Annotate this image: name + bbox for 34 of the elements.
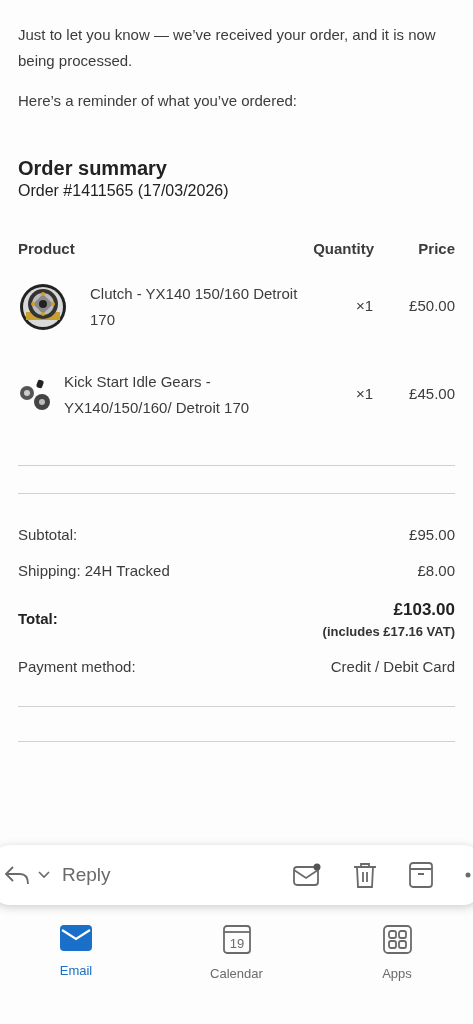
apps-icon — [382, 925, 412, 954]
tab[interactable]: 19 Calendar — [206, 925, 267, 984]
total-label: Total: — [18, 608, 58, 629]
reply-icon — [4, 864, 30, 886]
intro-text: Here’s a reminder of what you’ve ordered: — [18, 91, 299, 111]
calendar-icon: 19 — [222, 925, 251, 954]
column-header: Quantity — [312, 239, 374, 259]
vat-note: (includes £17.16 VAT) — [322, 623, 455, 641]
price: £50.00 — [408, 296, 455, 317]
order-number: Order #1411565 (17/03/2026) — [18, 181, 230, 201]
chevron-down-icon — [38, 871, 50, 879]
total-label: Shipping: 24H Tracked — [18, 561, 170, 581]
mail-icon — [60, 925, 92, 951]
tab[interactable]: Email — [46, 925, 106, 984]
trash-icon[interactable] — [353, 861, 377, 889]
total-value: £95.00 — [409, 524, 455, 545]
product-name: Clutch - YX140 150/160 Detroit 170 — [90, 283, 299, 330]
intro-text: Just to let you know — we’ve received your order, and it is now being processed. — [18, 25, 437, 71]
tab[interactable]: Apps — [367, 925, 427, 984]
total-value: Credit / Debit Card — [330, 656, 455, 677]
total-value: £8.00 — [417, 561, 455, 581]
column-header: Product — [18, 239, 76, 259]
total-value: £103.00 — [393, 598, 455, 621]
archive-icon[interactable] — [409, 862, 433, 888]
column-header: Price — [417, 239, 455, 259]
price: £45.00 — [408, 384, 455, 405]
reply-button[interactable]: Reply — [4, 860, 111, 890]
summary-title: Order summary — [18, 156, 168, 180]
total-label: Payment method: — [18, 656, 136, 677]
total-label: Subtotal: — [18, 524, 78, 545]
quantity: ×1 — [354, 384, 373, 405]
unread-mail-icon[interactable] — [293, 863, 321, 887]
quantity: ×1 — [354, 296, 373, 317]
product-name: Kick Start Idle Gears - YX140/150/160/ Detroit 170 — [64, 371, 251, 418]
